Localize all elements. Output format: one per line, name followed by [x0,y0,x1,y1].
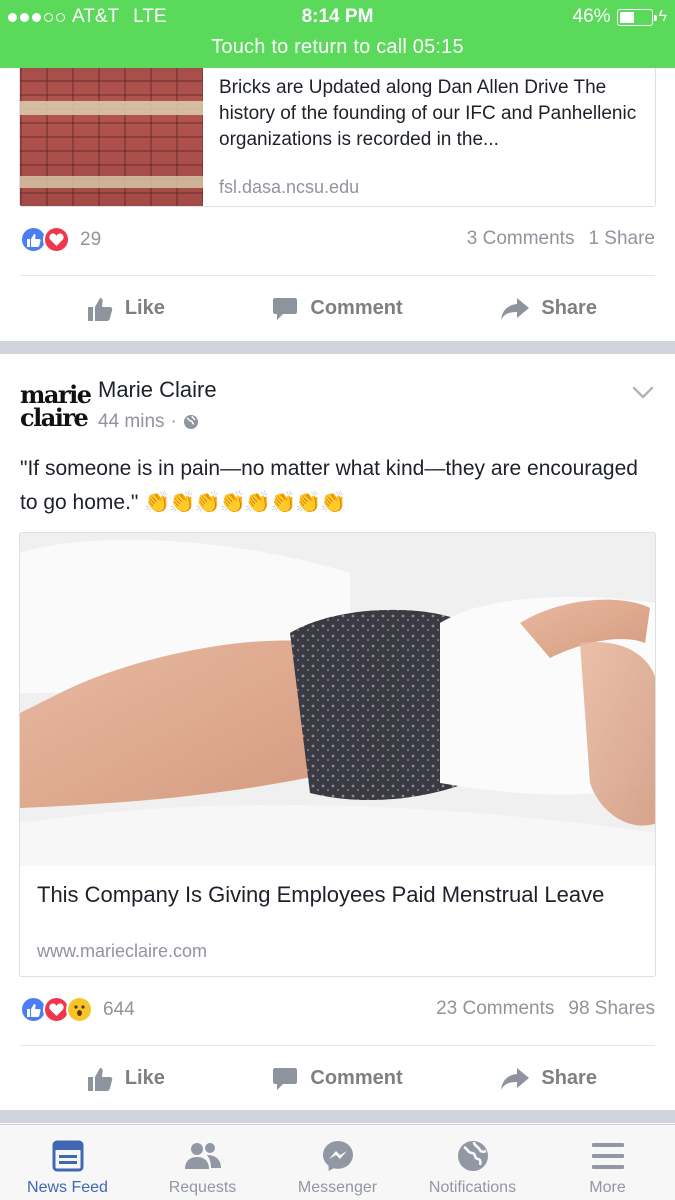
tab-more[interactable]: More [540,1125,675,1200]
shares-count-link[interactable]: 1 Share [588,228,655,249]
article-domain: www.marieclaire.com [37,941,208,961]
post-actions: Like Comment Share [20,275,655,341]
like-button[interactable]: Like [20,1046,232,1111]
reaction-summary[interactable]: 644 [20,996,135,1023]
comment-bubble-icon [273,1067,298,1090]
tab-news-feed[interactable]: News Feed [0,1125,135,1200]
messenger-icon [322,1141,353,1171]
battery-percent: 46% [572,6,611,27]
post-stats: 29 3 Comments 1 Share [20,226,655,256]
chevron-down-icon[interactable] [632,386,654,400]
link-preview-text: Bricks are Updated along Dan Allen Drive… [219,77,637,150]
globe-privacy-icon [183,415,198,429]
shares-count-link[interactable]: 98 Shares [568,998,655,1019]
battery-icon [616,8,657,26]
wow-reaction-icon [66,996,93,1023]
comment-button[interactable]: Comment [232,1046,444,1111]
like-button[interactable]: Like [20,276,232,341]
post-timestamp[interactable]: 44 mins [98,411,165,433]
tab-bar: News Feed Requests Messenger Notificatio… [0,1124,675,1200]
feed-divider [0,341,675,354]
post-text: "If someone is in pain—no matter what ki… [20,452,660,520]
reaction-summary[interactable]: 29 [20,226,101,253]
tab-messenger[interactable]: Messenger [270,1125,405,1200]
comments-count-link[interactable]: 3 Comments [467,228,575,249]
tab-requests[interactable]: Requests [135,1125,270,1200]
globe-icon [457,1141,488,1171]
comment-bubble-icon [273,297,298,320]
share-arrow-icon [501,297,530,320]
comment-button[interactable]: Comment [232,276,444,341]
post-author[interactable]: Marie Claire [98,377,217,403]
friends-icon [184,1143,221,1169]
reaction-count: 29 [80,228,102,250]
share-arrow-icon [501,1067,530,1090]
article-card[interactable]: This Company Is Giving Employees Paid Me… [19,532,656,977]
page-logo[interactable]: marie claire [20,383,92,430]
post-stats: 644 23 Comments 98 Shares [20,996,655,1026]
article-image [20,533,655,866]
article-title: This Company Is Giving Employees Paid Me… [37,882,605,907]
news-feed-icon [52,1140,83,1172]
thumbs-up-icon [87,297,113,321]
comments-count-link[interactable]: 23 Comments [436,998,554,1019]
share-button[interactable]: Share [443,276,655,341]
thumbs-up-icon [87,1067,113,1091]
love-reaction-icon [43,226,70,253]
tab-notifications[interactable]: Notifications [405,1125,540,1200]
feed-divider [0,1110,675,1123]
charging-bolt-icon: ϟ [658,8,667,25]
post-meta: 44 mins · [98,411,199,433]
return-to-call-banner[interactable]: Touch to return to call 05:15 [0,36,675,59]
post-actions: Like Comment Share [20,1045,655,1111]
reaction-count: 644 [103,998,135,1020]
status-bar: AT&T LTE 8:14 PM 46% ϟ Touch to return t… [0,0,675,68]
link-preview-domain: fsl.dasa.ncsu.edu [219,177,360,197]
share-button[interactable]: Share [443,1046,655,1111]
clapping-emojis: 👏👏👏👏👏👏👏👏 [144,491,346,514]
menu-icon [591,1143,624,1169]
